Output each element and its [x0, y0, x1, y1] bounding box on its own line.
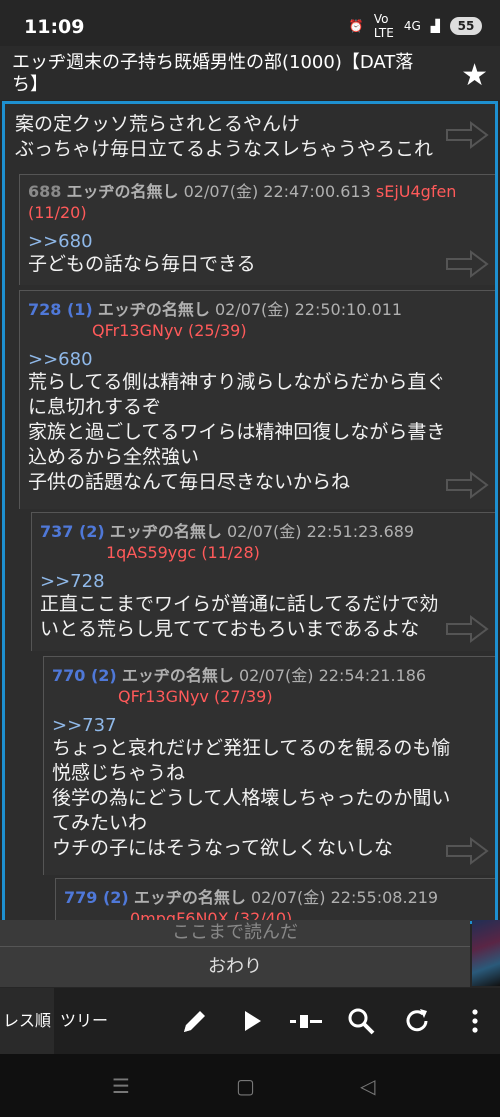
- thread-view[interactable]: 案の定クッソ荒らされとるやんけ ぶっちゃけ毎日立てるようなスレちゃうやろこれ 6…: [2, 101, 498, 924]
- bottom-toolbar: レス順 ツリー: [0, 988, 500, 1054]
- post-number[interactable]: 688: [28, 182, 61, 201]
- status-icons: ⏰ Vo LTE 4G ▟ 55: [349, 12, 482, 40]
- reply-anchor[interactable]: >>680: [28, 231, 490, 252]
- post-688[interactable]: 688 エッヂの名無し 02/07(金) 22:47:00.613 sEjU4g…: [19, 174, 495, 285]
- post-date: 02/07(金) 22:47:00.613: [183, 182, 371, 201]
- post-779[interactable]: 779 (2) エッヂの名無し 02/07(金) 22:55:08.219 0m…: [55, 878, 495, 921]
- battery-icon: 55: [450, 17, 482, 35]
- post-728[interactable]: 728 (1) エッヂの名無し 02/07(金) 22:50:10.011 QF…: [19, 290, 495, 509]
- post-id[interactable]: 1qAS59ygc: [40, 543, 196, 562]
- network-label: 4G: [403, 19, 421, 33]
- arrow-icon[interactable]: [445, 836, 489, 866]
- post-header: 688 エッヂの名無し 02/07(金) 22:47:00.613 sEjU4g…: [28, 181, 490, 223]
- post-body-line: ちょっと哀れだけど発狂してるのを観るのも愉: [52, 737, 451, 759]
- post-number[interactable]: 728 (1): [28, 300, 93, 319]
- post-body-line: 荒らしてる側は精神すり減らしながらだから直ぐ: [28, 371, 446, 393]
- reply-anchor[interactable]: >>737: [52, 715, 490, 736]
- post-header: 737 (2) エッヂの名無し 02/07(金) 22:51:23.689 1q…: [40, 521, 490, 563]
- more-icon[interactable]: [460, 1006, 490, 1036]
- post-date: 02/07(金) 22:51:23.689: [226, 522, 415, 541]
- post-id[interactable]: sEjU4gfen: [376, 182, 457, 201]
- op-line: 案の定クッソ荒らされとるやんけ: [15, 113, 301, 135]
- post-body-line: てみたいわ: [52, 812, 148, 834]
- post-id-count: (27/39): [213, 687, 273, 706]
- post-number[interactable]: 779 (2): [64, 888, 129, 907]
- post-body-line: いとる荒らし見ててておもろいまであるよな: [40, 618, 420, 640]
- star-icon[interactable]: ★: [461, 58, 488, 93]
- post-body-line: 家族と過ごしてるワイらは精神回復しながら書き: [28, 421, 446, 443]
- post-body-line: に息切れするぞ: [28, 396, 162, 418]
- arrow-icon[interactable]: [445, 120, 489, 150]
- system-nav-bar: ☰ ▢ ◁: [0, 1054, 500, 1117]
- post-name: エッヂの名無し: [133, 888, 246, 907]
- post-770[interactable]: 770 (2) エッヂの名無し 02/07(金) 22:54:21.186 QF…: [43, 656, 495, 875]
- post-name: エッヂの名無し: [97, 300, 210, 319]
- status-bar: 11:09 ⏰ Vo LTE 4G ▟ 55: [0, 0, 500, 46]
- op-line: ぶっちゃけ毎日立てるようなスレちゃうやろこれ: [15, 138, 434, 160]
- tab-tree[interactable]: ツリー: [56, 988, 112, 1054]
- post-id-count: (11/20): [28, 203, 87, 222]
- post-name: エッヂの名無し: [66, 182, 179, 201]
- post-number[interactable]: 770 (2): [52, 666, 117, 685]
- reply-anchor[interactable]: >>680: [28, 349, 490, 370]
- refresh-icon[interactable]: [402, 1006, 432, 1036]
- op-post[interactable]: 案の定クッソ荒らされとるやんけ ぶっちゃけ毎日立てるようなスレちゃうやろこれ: [15, 112, 485, 162]
- status-time: 11:09: [24, 16, 85, 38]
- arrow-icon[interactable]: [445, 249, 489, 279]
- post-name: エッヂの名無し: [121, 666, 234, 685]
- thumbnail-image[interactable]: [472, 920, 500, 986]
- post-body-line: 正直ここまでワイらが普通に話してるだけで効: [40, 593, 439, 615]
- post-body-line: 後学の為にどうして人格壊しちゃったのか聞い: [52, 787, 451, 809]
- post-id[interactable]: QFr13GNyv: [28, 321, 183, 340]
- post-number[interactable]: 737 (2): [40, 522, 105, 541]
- arrow-icon[interactable]: [445, 470, 489, 500]
- post-header: 779 (2) エッヂの名無し 02/07(金) 22:55:08.219 0m…: [64, 887, 490, 921]
- slider-icon[interactable]: [288, 1006, 324, 1036]
- play-icon[interactable]: [237, 1006, 267, 1036]
- back-icon[interactable]: ◁: [360, 1074, 375, 1098]
- pencil-icon[interactable]: [180, 1006, 210, 1036]
- post-body-line: 子供の話題なんて毎日尽きないからね: [28, 471, 351, 493]
- volte-icon: Vo LTE: [373, 12, 394, 40]
- post-date: 02/07(金) 22:55:08.219: [250, 888, 439, 907]
- post-id-count: (11/28): [201, 543, 260, 562]
- read-marker: ここまで読んだ: [0, 920, 470, 946]
- home-icon[interactable]: ▢: [236, 1074, 255, 1098]
- post-date: 02/07(金) 22:54:21.186: [238, 666, 427, 685]
- reply-anchor[interactable]: >>728: [40, 571, 490, 592]
- title-bar: エッヂ週末の子持ち既婚男性の部(1000)【DAT落ち】 ★: [0, 46, 500, 100]
- search-icon[interactable]: [346, 1006, 376, 1036]
- tab-res-order[interactable]: レス順: [0, 988, 54, 1054]
- arrow-icon[interactable]: [445, 614, 489, 644]
- thread-title[interactable]: エッヂ週末の子持ち既婚男性の部(1000)【DAT落ち】: [12, 52, 432, 96]
- post-body-line: 悦感じちゃうね: [52, 762, 186, 784]
- post-header: 770 (2) エッヂの名無し 02/07(金) 22:54:21.186 QF…: [52, 665, 490, 707]
- post-header: 728 (1) エッヂの名無し 02/07(金) 22:50:10.011 QF…: [28, 299, 490, 341]
- post-id[interactable]: QFr13GNyv: [52, 687, 209, 706]
- post-name: エッヂの名無し: [109, 522, 222, 541]
- recents-icon[interactable]: ☰: [112, 1074, 130, 1098]
- post-body-line: ウチの子にはそうなって欲しくないしな: [52, 837, 394, 859]
- end-button[interactable]: おわり: [0, 946, 470, 987]
- post-737[interactable]: 737 (2) エッヂの名無し 02/07(金) 22:51:23.689 1q…: [31, 512, 495, 651]
- signal-icon: ▟: [430, 19, 440, 33]
- post-date: 02/07(金) 22:50:10.011: [214, 300, 403, 319]
- alarm-icon: ⏰: [348, 19, 364, 33]
- post-id-count: (25/39): [187, 321, 247, 340]
- post-body-line: 子どもの話なら毎日できる: [28, 253, 256, 275]
- post-body-line: 込めるから全然強い: [28, 446, 200, 468]
